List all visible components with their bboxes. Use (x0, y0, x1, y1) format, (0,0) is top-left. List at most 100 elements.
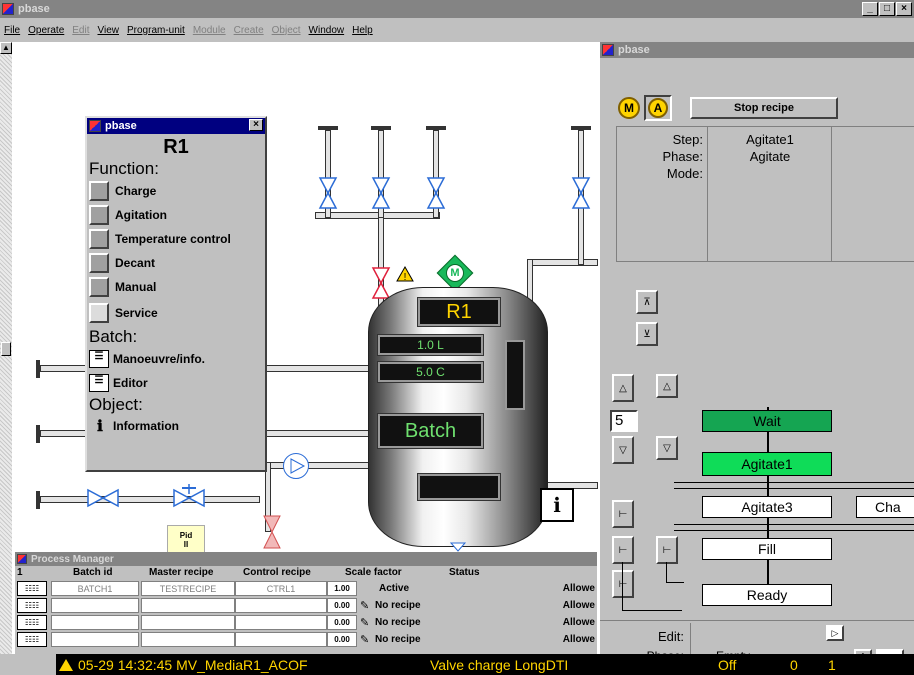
batch-mode-display[interactable]: Batch (377, 413, 484, 449)
scroll-thumb[interactable] (1, 342, 11, 356)
batch-label: Manoeuvre/info. (113, 352, 206, 366)
sfc-step-agitate3[interactable]: Agitate3 (702, 496, 832, 518)
step-first-icon[interactable]: ⊼ (636, 290, 658, 314)
close-button[interactable]: × (249, 119, 263, 131)
branch-icon[interactable]: ⊢ (656, 536, 678, 564)
menu-file[interactable]: File (4, 25, 20, 36)
pm-cell-batch[interactable]: BATCH1 (51, 581, 139, 596)
play-icon[interactable]: ▷ (826, 625, 844, 641)
pm-cell-master[interactable] (141, 598, 235, 613)
sfc-line (674, 482, 914, 483)
menu-operate[interactable]: Operate (28, 25, 64, 36)
pm-cell-allowed: Allowe (562, 617, 595, 628)
pm-cell-control[interactable] (235, 632, 327, 647)
vertical-scrollbar[interactable]: ▲ (0, 42, 12, 654)
pm-cell-master[interactable] (141, 632, 235, 647)
valve-icon[interactable] (571, 176, 591, 210)
function-item-agitation[interactable]: Agitation (89, 203, 265, 227)
sfc-step-wait[interactable]: Wait (702, 410, 832, 432)
branch-icon[interactable]: ⊢ (612, 536, 634, 564)
menu-help[interactable]: Help (352, 25, 373, 36)
menu-object[interactable]: Object (272, 25, 301, 36)
function-item-temperature-control[interactable]: Temperature control (89, 227, 265, 251)
function-label: Manual (115, 280, 157, 294)
auto-mode-button[interactable]: A (644, 95, 672, 121)
pipe-cap (36, 360, 40, 378)
menu-edit[interactable]: Edit (72, 25, 89, 36)
pm-cell-batch[interactable] (51, 615, 139, 630)
sfc-step-ready[interactable]: Ready (702, 584, 832, 606)
up-icon[interactable]: △ (656, 374, 678, 398)
info-icon[interactable]: ℹ (540, 488, 574, 522)
function-button[interactable] (89, 253, 109, 273)
function-button[interactable] (89, 277, 109, 297)
pm-row-icon[interactable]: ☷☷ (17, 615, 47, 630)
valve-icon[interactable] (262, 514, 282, 550)
menu-module[interactable]: Module (193, 25, 226, 36)
next-step-icon[interactable]: ▽ (612, 436, 634, 464)
pm-row-icon[interactable]: ☷☷ (17, 598, 47, 613)
down-icon[interactable]: ▽ (656, 436, 678, 460)
pm-row-icon[interactable]: ☷☷ (17, 581, 47, 596)
pump-icon[interactable] (283, 453, 309, 479)
batch-list: ☰ Manoeuvre/info. ☰ Editor (87, 347, 265, 395)
pm-row-icon[interactable]: ☷☷ (17, 632, 47, 647)
menu-window[interactable]: Window (309, 25, 345, 36)
menu-program-unit[interactable]: Program-unit (127, 25, 185, 36)
minimize-button[interactable]: _ (862, 2, 878, 16)
menu-create[interactable]: Create (234, 25, 264, 36)
edit-label: Edit: (657, 629, 684, 644)
motor-icon[interactable]: M (446, 264, 464, 282)
branch-icon[interactable]: ⊢ (612, 570, 634, 598)
valve-icon[interactable] (371, 176, 391, 210)
step-info-panel: Step: Phase: Mode: Agitate1 Agitate (616, 126, 914, 262)
stop-recipe-button[interactable]: Stop recipe (690, 97, 838, 119)
pm-cell-batch[interactable] (51, 598, 139, 613)
step-counter-field[interactable]: 5 (610, 410, 638, 432)
pm-cell-scale[interactable]: 1.00 (327, 581, 357, 596)
valve-icon[interactable] (318, 176, 338, 210)
charge-valve-icon[interactable] (371, 266, 391, 300)
sfc-step-agitate1[interactable]: Agitate1 (702, 452, 832, 476)
pm-cell-control[interactable] (235, 598, 327, 613)
valve-icon[interactable] (86, 488, 120, 508)
valve-icon[interactable] (426, 176, 446, 210)
pm-cell-control[interactable] (235, 615, 327, 630)
step-last-icon[interactable]: ⊻ (636, 322, 658, 346)
function-button[interactable] (89, 181, 109, 201)
function-list: Charge Agitation Temperature control Decant… (87, 179, 265, 327)
function-button[interactable] (89, 205, 109, 225)
object-information-item[interactable]: ℹ Information (87, 415, 265, 437)
pm-cell-control[interactable]: CTRL1 (235, 581, 327, 596)
step-label-col: Step: Phase: Mode: (617, 131, 703, 182)
pm-cell-scale[interactable]: 0.00 (327, 615, 357, 630)
batch-item-editor[interactable]: ☰ Editor (89, 371, 265, 395)
function-item-decant[interactable]: Decant (89, 251, 265, 275)
function-item-manual[interactable]: Manual (89, 275, 265, 299)
pipe-cap (371, 126, 391, 130)
maximize-button[interactable]: □ (879, 2, 895, 16)
pid-controller[interactable]: Pid II (167, 525, 205, 555)
scroll-up-arrow-icon[interactable]: ▲ (0, 42, 12, 54)
pm-cell-scale[interactable]: 0.00 (327, 598, 357, 613)
menu-view[interactable]: View (98, 25, 120, 36)
pipe-cap (318, 126, 338, 130)
branch-icon[interactable]: ⊢ (612, 500, 634, 528)
control-valve-icon[interactable] (172, 482, 206, 508)
pm-cell-master[interactable]: TESTRECIPE (141, 581, 235, 596)
function-button[interactable] (89, 303, 109, 323)
function-item-service[interactable]: Service (89, 299, 265, 327)
close-button[interactable]: × (896, 2, 912, 16)
sfc-step-fill[interactable]: Fill (702, 538, 832, 560)
alarm-icons[interactable] (0, 654, 56, 675)
sfc-step-side[interactable]: Cha (856, 496, 914, 518)
pm-cell-scale[interactable]: 0.00 (327, 632, 357, 647)
pm-header-row: 1 Batch id Master recipe Control recipe … (15, 566, 597, 580)
pm-cell-batch[interactable] (51, 632, 139, 647)
manual-mode-button[interactable]: M (618, 97, 640, 119)
function-item-charge[interactable]: Charge (89, 179, 265, 203)
pm-cell-master[interactable] (141, 615, 235, 630)
prev-step-icon[interactable]: △ (612, 374, 634, 402)
batch-item-manoeuvre[interactable]: ☰ Manoeuvre/info. (89, 347, 265, 371)
function-button[interactable] (89, 229, 109, 249)
